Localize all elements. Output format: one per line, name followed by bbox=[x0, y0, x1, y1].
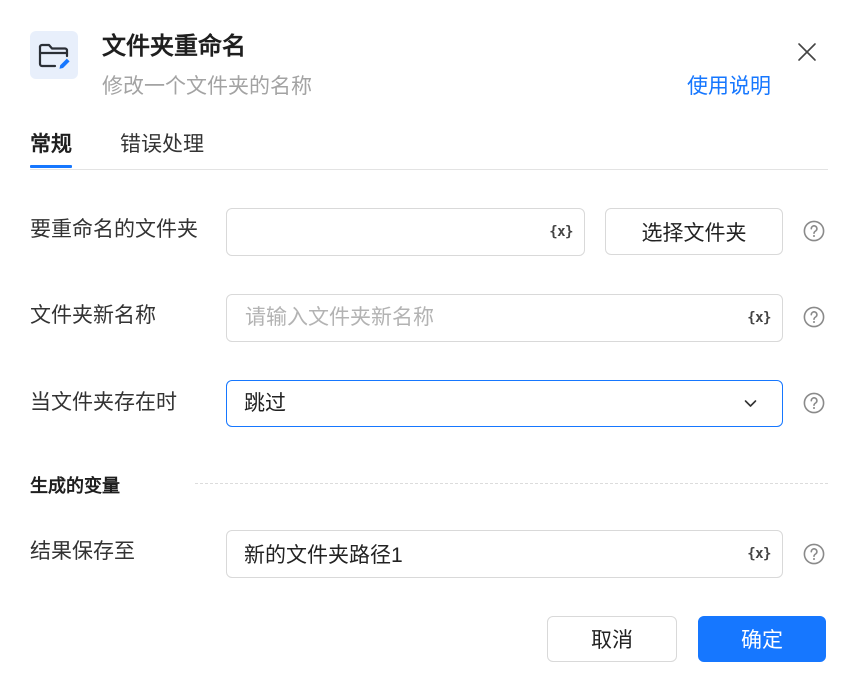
folder-to-rename-input[interactable] bbox=[227, 209, 538, 255]
new-name-input[interactable] bbox=[227, 295, 736, 341]
folder-to-rename-field[interactable]: {x} bbox=[226, 208, 585, 256]
tab-general[interactable]: 常规 bbox=[30, 131, 72, 159]
confirm-button[interactable]: 确定 bbox=[698, 616, 826, 662]
insert-variable-icon[interactable]: {x} bbox=[747, 310, 771, 326]
folder-to-rename-label: 要重命名的文件夹 bbox=[30, 218, 198, 241]
folder-edit-icon bbox=[30, 31, 78, 79]
close-icon[interactable] bbox=[796, 41, 818, 63]
help-icon[interactable] bbox=[803, 392, 825, 414]
tab-error-handling[interactable]: 错误处理 bbox=[120, 131, 204, 159]
insert-variable-icon[interactable]: {x} bbox=[747, 546, 771, 562]
when-exists-label: 当文件夹存在时 bbox=[30, 391, 177, 414]
cancel-button[interactable]: 取消 bbox=[547, 616, 677, 662]
save-to-field[interactable]: {x} bbox=[226, 530, 783, 578]
dialog-title: 文件夹重命名 bbox=[102, 33, 246, 60]
help-icon[interactable] bbox=[803, 543, 825, 565]
new-name-label: 文件夹新名称 bbox=[30, 304, 156, 327]
insert-variable-icon[interactable]: {x} bbox=[549, 224, 573, 240]
select-folder-button[interactable]: 选择文件夹 bbox=[605, 208, 783, 255]
new-name-field[interactable]: {x} bbox=[226, 294, 783, 342]
save-to-input[interactable] bbox=[227, 531, 736, 577]
usage-help-link[interactable]: 使用说明 bbox=[687, 73, 771, 101]
when-exists-select[interactable]: 跳过 bbox=[226, 380, 783, 427]
output-variables-heading: 生成的变量 bbox=[30, 476, 120, 496]
chevron-down-icon bbox=[744, 399, 757, 408]
active-tab-indicator bbox=[30, 165, 72, 168]
when-exists-selected-value: 跳过 bbox=[244, 392, 286, 415]
dialog-subtitle: 修改一个文件夹的名称 bbox=[102, 75, 312, 98]
section-divider bbox=[195, 483, 828, 484]
help-icon[interactable] bbox=[803, 220, 825, 242]
tabs-divider bbox=[30, 169, 828, 170]
help-icon[interactable] bbox=[803, 306, 825, 328]
save-to-label: 结果保存至 bbox=[30, 540, 135, 563]
